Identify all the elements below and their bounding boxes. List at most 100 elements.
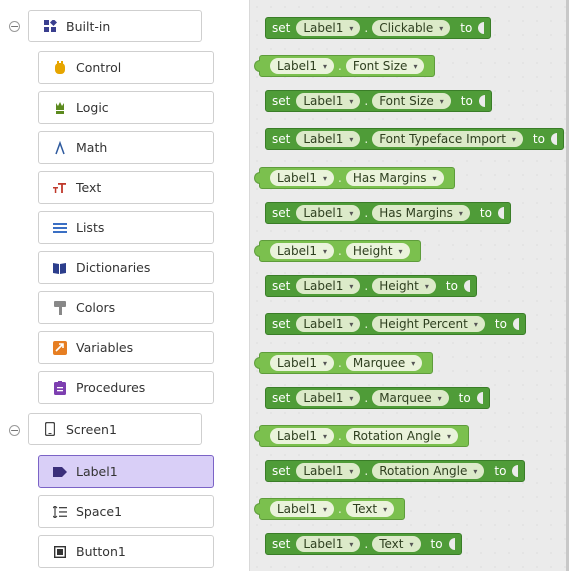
drawer-dictionaries[interactable]: Dictionaries (38, 251, 214, 284)
drawer-procedures[interactable]: Procedures (38, 371, 214, 404)
drawer-variables[interactable]: Variables (38, 331, 214, 364)
property-dropdown[interactable]: Marquee ▾ (345, 355, 423, 371)
component-label: Space1 (76, 504, 123, 519)
component-dropdown[interactable]: Label1 ▾ (270, 428, 335, 444)
component-dropdown[interactable]: Label1 ▾ (296, 93, 361, 109)
property-setter-block[interactable]: set Label1 ▾. Has Margins ▾ to (265, 202, 511, 224)
component-dropdown-value: Label1 (277, 429, 318, 443)
drawer-label: Control (76, 60, 122, 75)
property-setter-block[interactable]: set Label1 ▾. Rotation Angle ▾ to (265, 460, 526, 482)
property-dropdown[interactable]: Font Size ▾ (345, 58, 425, 74)
text-icon (53, 181, 67, 195)
component-dropdown[interactable]: Label1 ▾ (296, 278, 361, 294)
component-dropdown-value: Label1 (303, 537, 344, 551)
dropdown-arrow-icon: ▾ (349, 466, 354, 476)
drawer-control[interactable]: Control (38, 51, 214, 84)
dropdown-arrow-icon: ▾ (437, 393, 442, 403)
output-plug (254, 503, 260, 515)
property-dropdown[interactable]: Height ▾ (345, 243, 410, 259)
component-dropdown[interactable]: Label1 ▾ (296, 131, 361, 147)
property-getter-block[interactable]: Label1 ▾. Has Margins ▾ (254, 167, 455, 189)
input-socket[interactable] (512, 465, 519, 477)
property-dropdown-value: Height (379, 279, 419, 293)
component-dropdown[interactable]: Label1 ▾ (296, 20, 361, 36)
component-dropdown[interactable]: Label1 ▾ (270, 355, 335, 371)
property-getter-block[interactable]: Label1 ▾. Height ▾ (254, 240, 421, 262)
component-dropdown[interactable]: Label1 ▾ (296, 205, 361, 221)
property-getter-block[interactable]: Label1 ▾. Font Size ▾ (254, 55, 436, 77)
input-socket[interactable] (448, 538, 455, 550)
to-keyword: to (494, 317, 507, 331)
drawer-math[interactable]: Math (38, 131, 214, 164)
input-socket[interactable] (478, 22, 485, 34)
separator-dot: . (364, 132, 369, 146)
screen1-label: Screen1 (66, 421, 117, 437)
drawer-text[interactable]: Text (38, 171, 214, 204)
drawer-lists[interactable]: Lists (38, 211, 214, 244)
property-getter-block[interactable]: Label1 ▾. Text ▾ (254, 498, 406, 520)
collapse-screen1-toggle[interactable]: − (9, 425, 20, 436)
collapse-builtin-toggle[interactable]: − (9, 21, 20, 32)
property-dropdown[interactable]: Rotation Angle ▾ (345, 428, 459, 444)
property-dropdown[interactable]: Rotation Angle ▾ (372, 463, 485, 479)
dropdown-arrow-icon: ▾ (458, 208, 463, 218)
property-dropdown[interactable]: Font Size ▾ (372, 93, 451, 109)
input-socket[interactable] (497, 207, 504, 219)
input-socket[interactable] (512, 318, 519, 330)
property-setter-block[interactable]: set Label1 ▾. Marquee ▾ to (265, 387, 490, 409)
property-dropdown[interactable]: Height Percent ▾ (372, 316, 485, 332)
screen1-header[interactable]: Screen1 (28, 413, 202, 445)
component-dropdown[interactable]: Label1 ▾ (270, 501, 335, 517)
drawer-colors[interactable]: Colors (38, 291, 214, 324)
property-dropdown-value: Clickable (379, 21, 434, 35)
property-dropdown[interactable]: Font Typeface Import ▾ (372, 131, 523, 147)
property-setter-block[interactable]: set Label1 ▾. Font Size ▾ to (265, 90, 492, 112)
component-dropdown[interactable]: Label1 ▾ (296, 390, 361, 406)
property-dropdown[interactable]: Marquee ▾ (372, 390, 449, 406)
property-dropdown[interactable]: Height ▾ (372, 278, 436, 294)
component-dropdown-value: Label1 (303, 132, 344, 146)
component-dropdown[interactable]: Label1 ▾ (270, 58, 335, 74)
dropdown-arrow-icon: ▾ (349, 319, 354, 329)
component-dropdown[interactable]: Label1 ▾ (296, 536, 361, 552)
property-setter-block[interactable]: set Label1 ▾. Height ▾ to (265, 275, 477, 297)
label-icon (53, 465, 67, 479)
dropdown-arrow-icon: ▾ (447, 431, 452, 441)
property-setter-block[interactable]: set Label1 ▾. Height Percent ▾ to (265, 313, 526, 335)
component-dropdown[interactable]: Label1 ▾ (296, 463, 361, 479)
component-dropdown[interactable]: Label1 ▾ (270, 243, 335, 259)
control-icon (53, 60, 67, 75)
property-dropdown[interactable]: Text ▾ (372, 536, 421, 552)
set-keyword: set (272, 464, 291, 478)
component-dropdown[interactable]: Label1 ▾ (270, 170, 335, 186)
blocks-workspace[interactable]: set Label1 ▾. Clickable ▾ to Label1 ▾. Font Size… (250, 0, 569, 571)
property-dropdown[interactable]: Has Margins ▾ (372, 205, 470, 221)
property-dropdown-value: Has Margins (352, 171, 427, 185)
component-label: Button1 (76, 544, 126, 559)
property-getter-block[interactable]: Label1 ▾. Rotation Angle ▾ (254, 425, 470, 447)
component-dropdown-value: Label1 (277, 502, 318, 516)
dropdown-arrow-icon: ▾ (349, 393, 354, 403)
input-socket[interactable] (478, 95, 485, 107)
set-keyword: set (272, 132, 291, 146)
component-button1[interactable]: Button1 (38, 535, 214, 568)
component-dropdown-value: Label1 (277, 244, 318, 258)
input-socket[interactable] (463, 280, 470, 292)
lists-icon (53, 221, 67, 235)
property-setter-block[interactable]: set Label1 ▾. Font Typeface Import ▾ to (265, 128, 564, 150)
drawer-logic[interactable]: Logic (38, 91, 214, 124)
property-setter-block[interactable]: set Label1 ▾. Text ▾ to (265, 533, 462, 555)
component-dropdown[interactable]: Label1 ▾ (296, 316, 361, 332)
builtin-header[interactable]: Built-in (28, 10, 202, 42)
property-dropdown-value: Font Size (352, 59, 408, 73)
property-dropdown[interactable]: Has Margins ▾ (345, 170, 444, 186)
property-getter-block[interactable]: Label1 ▾. Marquee ▾ (254, 352, 434, 374)
property-dropdown[interactable]: Clickable ▾ (372, 20, 451, 36)
input-socket[interactable] (476, 392, 483, 404)
input-socket[interactable] (550, 133, 557, 145)
property-dropdown[interactable]: Text ▾ (345, 501, 395, 517)
blocks-drawer-sidebar: − Built-in Control Logic Math Text Lists Dict… (0, 0, 250, 571)
property-setter-block[interactable]: set Label1 ▾. Clickable ▾ to (265, 17, 492, 39)
component-label1[interactable]: Label1 (38, 455, 214, 488)
component-space1[interactable]: Space1 (38, 495, 214, 528)
